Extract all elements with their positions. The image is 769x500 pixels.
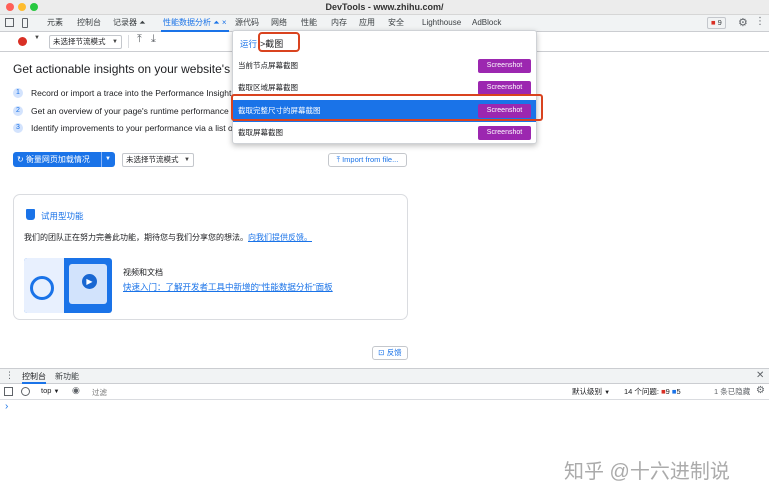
drawer-tab-console[interactable]: 控制台	[22, 369, 46, 384]
log-levels-select[interactable]: 默认级别 ▼	[572, 386, 610, 397]
record-icon[interactable]	[18, 37, 27, 46]
console-toolbar: top ▼ ◉ 默认级别 ▼ 14 个问题: ■9 ■5 1 条已隐藏 ⚙	[0, 384, 769, 400]
close-window-button[interactable]	[6, 3, 14, 11]
inspect-element-icon[interactable]	[5, 18, 14, 27]
measure-page-load-button[interactable]: ↻ 衡量网页加载情况 ▼	[13, 152, 115, 167]
throttle-select-toolbar[interactable]: 未选择节流模式 ▼	[49, 35, 122, 49]
screenshot-badge[interactable]: Screenshot	[478, 81, 531, 95]
step-number: 2	[13, 106, 23, 116]
chevron-down-icon: ▼	[604, 390, 611, 396]
sidebar-toggle-icon[interactable]	[4, 387, 13, 396]
step-text: Identify improvements to your performanc…	[31, 123, 233, 133]
tab-network[interactable]: 网络	[271, 15, 287, 31]
minimize-window-button[interactable]	[18, 3, 26, 11]
chevron-down-icon: ▼	[184, 157, 190, 163]
drawer-tab-whats-new[interactable]: 新功能	[55, 369, 79, 385]
step-number: 1	[13, 88, 23, 98]
window-title: DevTools - www.zhihu.com/	[325, 2, 444, 12]
issues-counter[interactable]: 14 个问题: ■9 ■5	[624, 386, 681, 397]
tab-close-icon[interactable]: ×	[222, 18, 227, 27]
import-from-file-button[interactable]: ⤒ Import from file...	[328, 153, 407, 167]
flask-icon	[26, 209, 35, 220]
tab-recorder[interactable]: 记录器 ⏶	[113, 15, 146, 31]
console-settings-icon[interactable]: ⚙	[756, 385, 765, 396]
screenshot-badge[interactable]: Screenshot	[478, 126, 531, 140]
tab-console[interactable]: 控制台	[77, 15, 101, 31]
tab-adblock[interactable]: AdBlock	[472, 15, 501, 31]
drawer-tab-bar: ⋮ 控制台 新功能 ✕	[0, 368, 769, 384]
feedback-button[interactable]: ⊡ 反馈	[372, 346, 408, 360]
maximize-window-button[interactable]	[30, 3, 38, 11]
chevron-down-icon: ▼	[53, 389, 60, 395]
upload-icon[interactable]: ⤒	[137, 33, 142, 46]
console-prompt[interactable]: ›	[5, 401, 8, 412]
command-menu: 运行 >截图 当前节点屏幕截图 Screenshot 截取区域屏幕截图 Scre…	[232, 30, 537, 144]
command-prefix: 运行	[240, 39, 258, 49]
step-text: Record or import a trace into the Perfor…	[31, 88, 232, 98]
step-text: Get an overview of your page's runtime p…	[31, 106, 229, 116]
command-query-input[interactable]: >截图	[260, 37, 283, 50]
feedback-icon: ⊡	[378, 348, 385, 357]
quick-start-link[interactable]: 快速入门：了解开发者工具中新增的“性能数据分析”面板	[123, 281, 333, 293]
watermark: 知乎 @十六进制说	[564, 461, 730, 483]
tab-application[interactable]: 应用	[359, 15, 375, 31]
error-icon: ■	[711, 18, 716, 27]
chevron-down-icon[interactable]: ▼	[105, 152, 111, 167]
more-options-icon[interactable]: ⋮	[755, 16, 765, 27]
experimental-feature-card: 试用型功能 我们的团队正在努力完善此功能，期待您与我们分享您的想法。向我们提供反…	[13, 194, 408, 320]
tab-security[interactable]: 安全	[388, 15, 404, 31]
record-dropdown-caret-icon[interactable]: ▼	[34, 35, 40, 41]
selected-item-highlight	[231, 94, 543, 121]
command-item[interactable]: 截取屏幕截图 Screenshot	[233, 122, 536, 144]
download-icon[interactable]: ⤓	[151, 33, 156, 46]
chrome-logo-icon	[30, 276, 54, 300]
landing-heading: Get actionable insights on your website'…	[13, 62, 251, 76]
tab-lighthouse[interactable]: Lighthouse	[422, 15, 461, 31]
settings-gear-icon[interactable]: ⚙	[738, 16, 748, 29]
play-icon: ▶	[82, 274, 97, 289]
feedback-link[interactable]: 向我们提供反馈。	[248, 233, 312, 242]
step-number: 3	[13, 123, 23, 133]
window-title-bar: DevTools - www.zhihu.com/	[0, 0, 769, 15]
upload-icon: ⤒	[336, 155, 340, 164]
tab-performance[interactable]: 性能	[301, 15, 317, 31]
tab-sources[interactable]: 源代码	[235, 15, 259, 31]
command-item[interactable]: 当前节点屏幕截图 Screenshot	[233, 55, 536, 77]
drawer-menu-icon[interactable]: ⋮	[5, 370, 14, 381]
screenshot-badge[interactable]: Screenshot	[478, 59, 531, 73]
throttle-select[interactable]: 未选择节流模式 ▼	[122, 153, 194, 167]
console-filter-input[interactable]	[92, 386, 552, 398]
context-select[interactable]: top ▼	[41, 386, 59, 395]
card-description: 我们的团队正在努力完善此功能，期待您与我们分享您的想法。向我们提供反馈。	[24, 233, 312, 242]
clear-console-icon[interactable]	[21, 387, 30, 396]
device-toolbar-icon[interactable]	[22, 18, 28, 28]
refresh-icon: ↻	[17, 155, 24, 164]
tab-elements[interactable]: 元素	[47, 15, 63, 31]
video-thumbnail[interactable]: ▶	[24, 258, 112, 313]
tab-memory[interactable]: 内存	[331, 15, 347, 31]
video-docs-label: 视频和文档	[123, 268, 163, 277]
hidden-count: 1 条已隐藏	[714, 387, 751, 396]
toolbar-divider	[128, 35, 129, 48]
eye-icon[interactable]: ◉	[72, 385, 80, 396]
tab-performance-insights[interactable]: 性能数据分析 ⏶ ×	[161, 15, 229, 32]
card-title: 试用型功能	[41, 211, 84, 221]
chevron-down-icon: ▼	[112, 39, 118, 45]
issues-badge[interactable]: ■ 9	[707, 17, 726, 29]
close-drawer-icon[interactable]: ✕	[756, 370, 764, 381]
